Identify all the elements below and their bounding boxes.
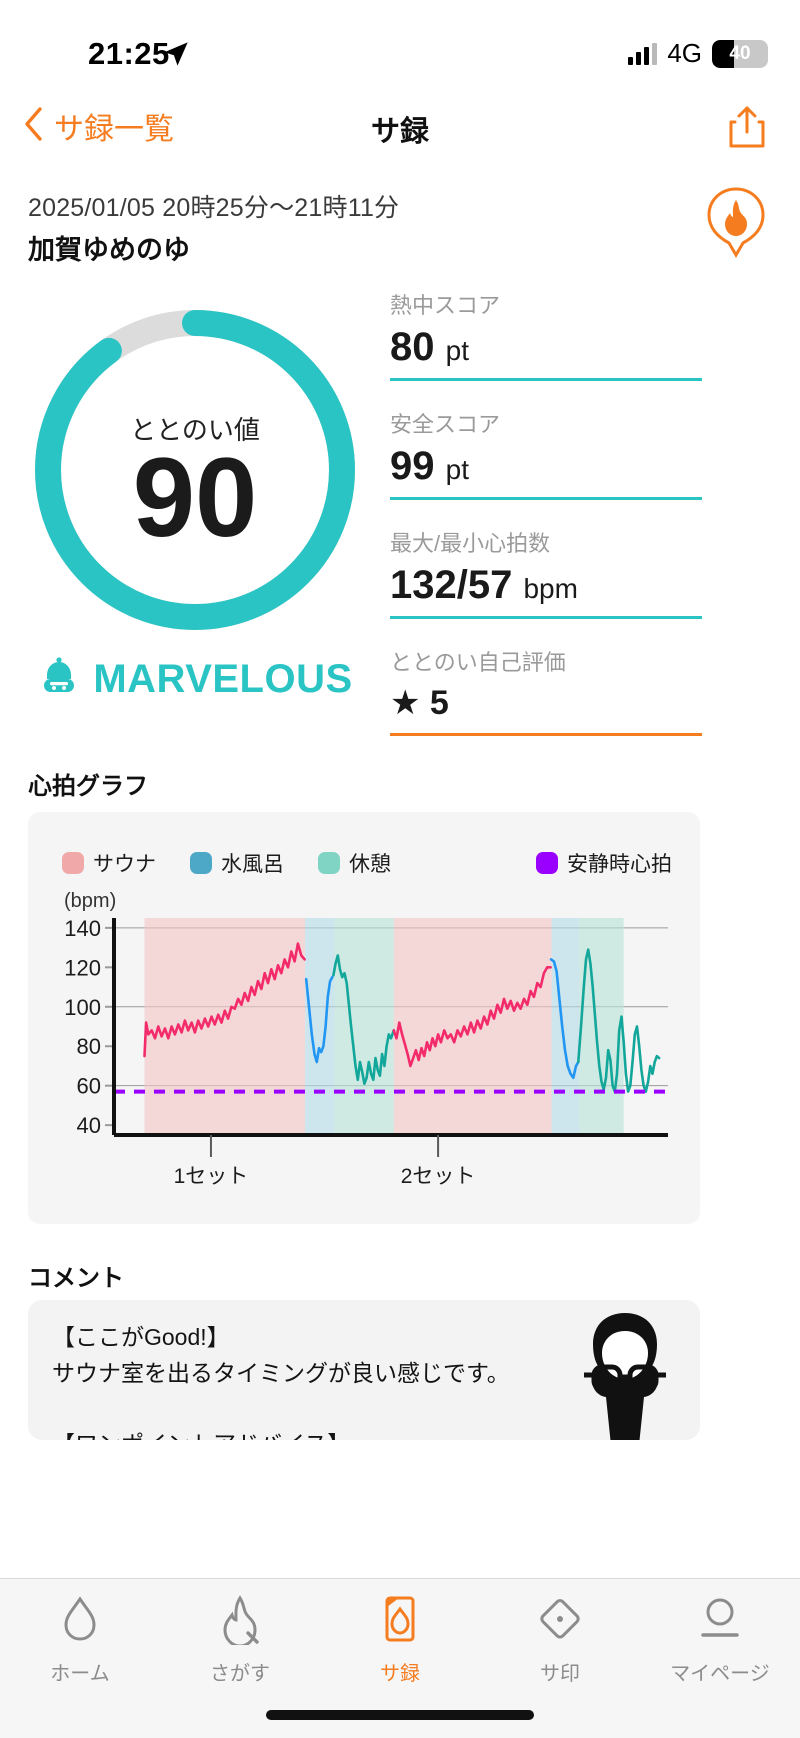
cellular-bars-icon (628, 42, 658, 65)
stats-list: 熱中スコア 80 pt 安全スコア 99 pt 最大/最小心拍数 132/57 … (390, 288, 702, 762)
legend-label: 水風呂 (221, 853, 284, 876)
stat-item-safety-score: 安全スコア 99 pt (390, 407, 702, 500)
water-drop-icon (54, 1593, 106, 1650)
status-right-cluster: 4G 40 (628, 38, 768, 69)
totonoi-gauge: ととのい値 90 (25, 300, 365, 640)
rank-row: MARVELOUS (25, 655, 365, 704)
battery-percent: 40 (729, 42, 751, 64)
legend-item-resting-hr: 安静時心拍 (536, 848, 672, 878)
legend-label: サウナ (93, 853, 156, 876)
legend-label: 安静時心拍 (567, 853, 672, 876)
tab-mypage[interactable]: マイページ (640, 1593, 800, 1686)
status-badge: ★ 5 (390, 681, 702, 736)
chart-x-tick-label: 1セット (173, 1165, 249, 1188)
tab-home[interactable]: ホーム (0, 1593, 160, 1686)
comment-section-title: コメント (28, 1265, 124, 1292)
tab-label: マイページ (670, 1663, 770, 1685)
chart-y-axis-unit: (bpm) (64, 890, 117, 912)
home-indicator (266, 1710, 534, 1720)
flame-search-icon (214, 1593, 266, 1650)
status-time: 21:25 (88, 36, 170, 71)
legend-item-rest: 休憩 (318, 848, 391, 878)
tab-record[interactable]: サ録 (320, 1593, 480, 1686)
tab-label: サ録 (380, 1663, 420, 1685)
app-screen: 21:25 4G 40 サ録一覧 サ録 2025/01/05 20時25分〜21… (0, 0, 800, 1738)
svg-text:120: 120 (64, 955, 101, 980)
stat-number: 99 (390, 444, 435, 488)
stat-unit: pt (445, 335, 469, 366)
nav-bar: サ録一覧 サ録 (0, 96, 800, 172)
tab-label: ホーム (50, 1663, 110, 1685)
chart-legend: サウナ 水風呂 休憩 安静時心拍 (62, 848, 672, 878)
rank-label: MARVELOUS (93, 657, 353, 701)
legend-swatch (62, 852, 84, 874)
page-title: サ録 (370, 116, 429, 148)
stat-item-self-rating: ととのい自己評価 ★ 5 (390, 645, 702, 736)
stat-value: 99 pt (390, 443, 702, 500)
gauge-value: 90 (132, 435, 258, 560)
tab-stamp[interactable]: サ印 (480, 1593, 640, 1686)
chart-section-title: 心拍グラフ (28, 773, 148, 800)
heart-rate-chart-card: サウナ 水風呂 休憩 安静時心拍 (bpm) 140 120 100 80 60 40 1… (28, 812, 700, 1224)
battery-icon: 40 (712, 39, 768, 68)
comment-card[interactable]: 【ここがGood!】 サウナ室を出るタイミングが良い感じです。 【ワンポイントア… (28, 1300, 700, 1440)
svg-text:100: 100 (64, 995, 101, 1020)
legend-swatch (536, 852, 558, 874)
flame-badge-icon[interactable] (702, 186, 770, 263)
advisor-avatar-icon (560, 1305, 690, 1440)
share-button[interactable] (726, 104, 768, 155)
share-icon (726, 106, 768, 154)
svg-text:140: 140 (64, 916, 101, 941)
stat-unit: bpm (523, 573, 578, 604)
session-venue: 加賀ゆめのゆ (28, 235, 190, 265)
legend-label: 休憩 (349, 853, 391, 876)
record-book-icon (374, 1593, 426, 1650)
status-bar: 21:25 4G 40 (0, 0, 800, 95)
tab-label: サ印 (540, 1663, 580, 1685)
network-label: 4G (667, 38, 702, 68)
chart-x-tick-label: 2セット (400, 1165, 476, 1188)
stat-number: 132/57 (390, 563, 513, 607)
comment-text: 【ここがGood!】 サウナ室を出るタイミングが良い感じです。 【ワンポイントア… (52, 1324, 510, 1440)
stat-label: 熱中スコア (390, 293, 501, 318)
stat-number: 80 (390, 325, 435, 369)
tab-search[interactable]: さがす (160, 1593, 320, 1686)
stat-label: 最大/最小心拍数 (390, 531, 551, 556)
stat-label: 安全スコア (390, 412, 501, 437)
location-arrow-icon (162, 40, 190, 73)
legend-swatch (318, 852, 340, 874)
diamond-stamp-icon (534, 1593, 586, 1650)
session-date-range: 2025/01/05 20時25分〜21時11分 (28, 194, 400, 222)
svg-text:40: 40 (77, 1113, 101, 1138)
stat-label: ととのい自己評価 (390, 650, 566, 675)
svg-text:80: 80 (77, 1034, 101, 1059)
stat-item-heat-score: 熱中スコア 80 pt (390, 288, 702, 381)
tab-label: さがす (210, 1663, 270, 1685)
chart-x-axis-labels: 1セット 2セット (62, 1160, 672, 1200)
legend-item-sauna: サウナ (62, 848, 156, 878)
stat-value: 80 pt (390, 324, 702, 381)
svg-text:60: 60 (77, 1074, 101, 1099)
legend-item-coldbath: 水風呂 (190, 848, 284, 878)
stat-item-heart-rate: 最大/最小心拍数 132/57 bpm (390, 526, 702, 619)
chart-plot-area: 140 120 100 80 60 40 (62, 912, 672, 1167)
person-icon (694, 1593, 746, 1650)
star-rating-value: ★ 5 (390, 684, 449, 722)
legend-swatch (190, 852, 212, 874)
sauna-hat-icon (37, 655, 81, 704)
stat-value: 132/57 bpm (390, 562, 702, 619)
stat-unit: pt (445, 454, 469, 485)
